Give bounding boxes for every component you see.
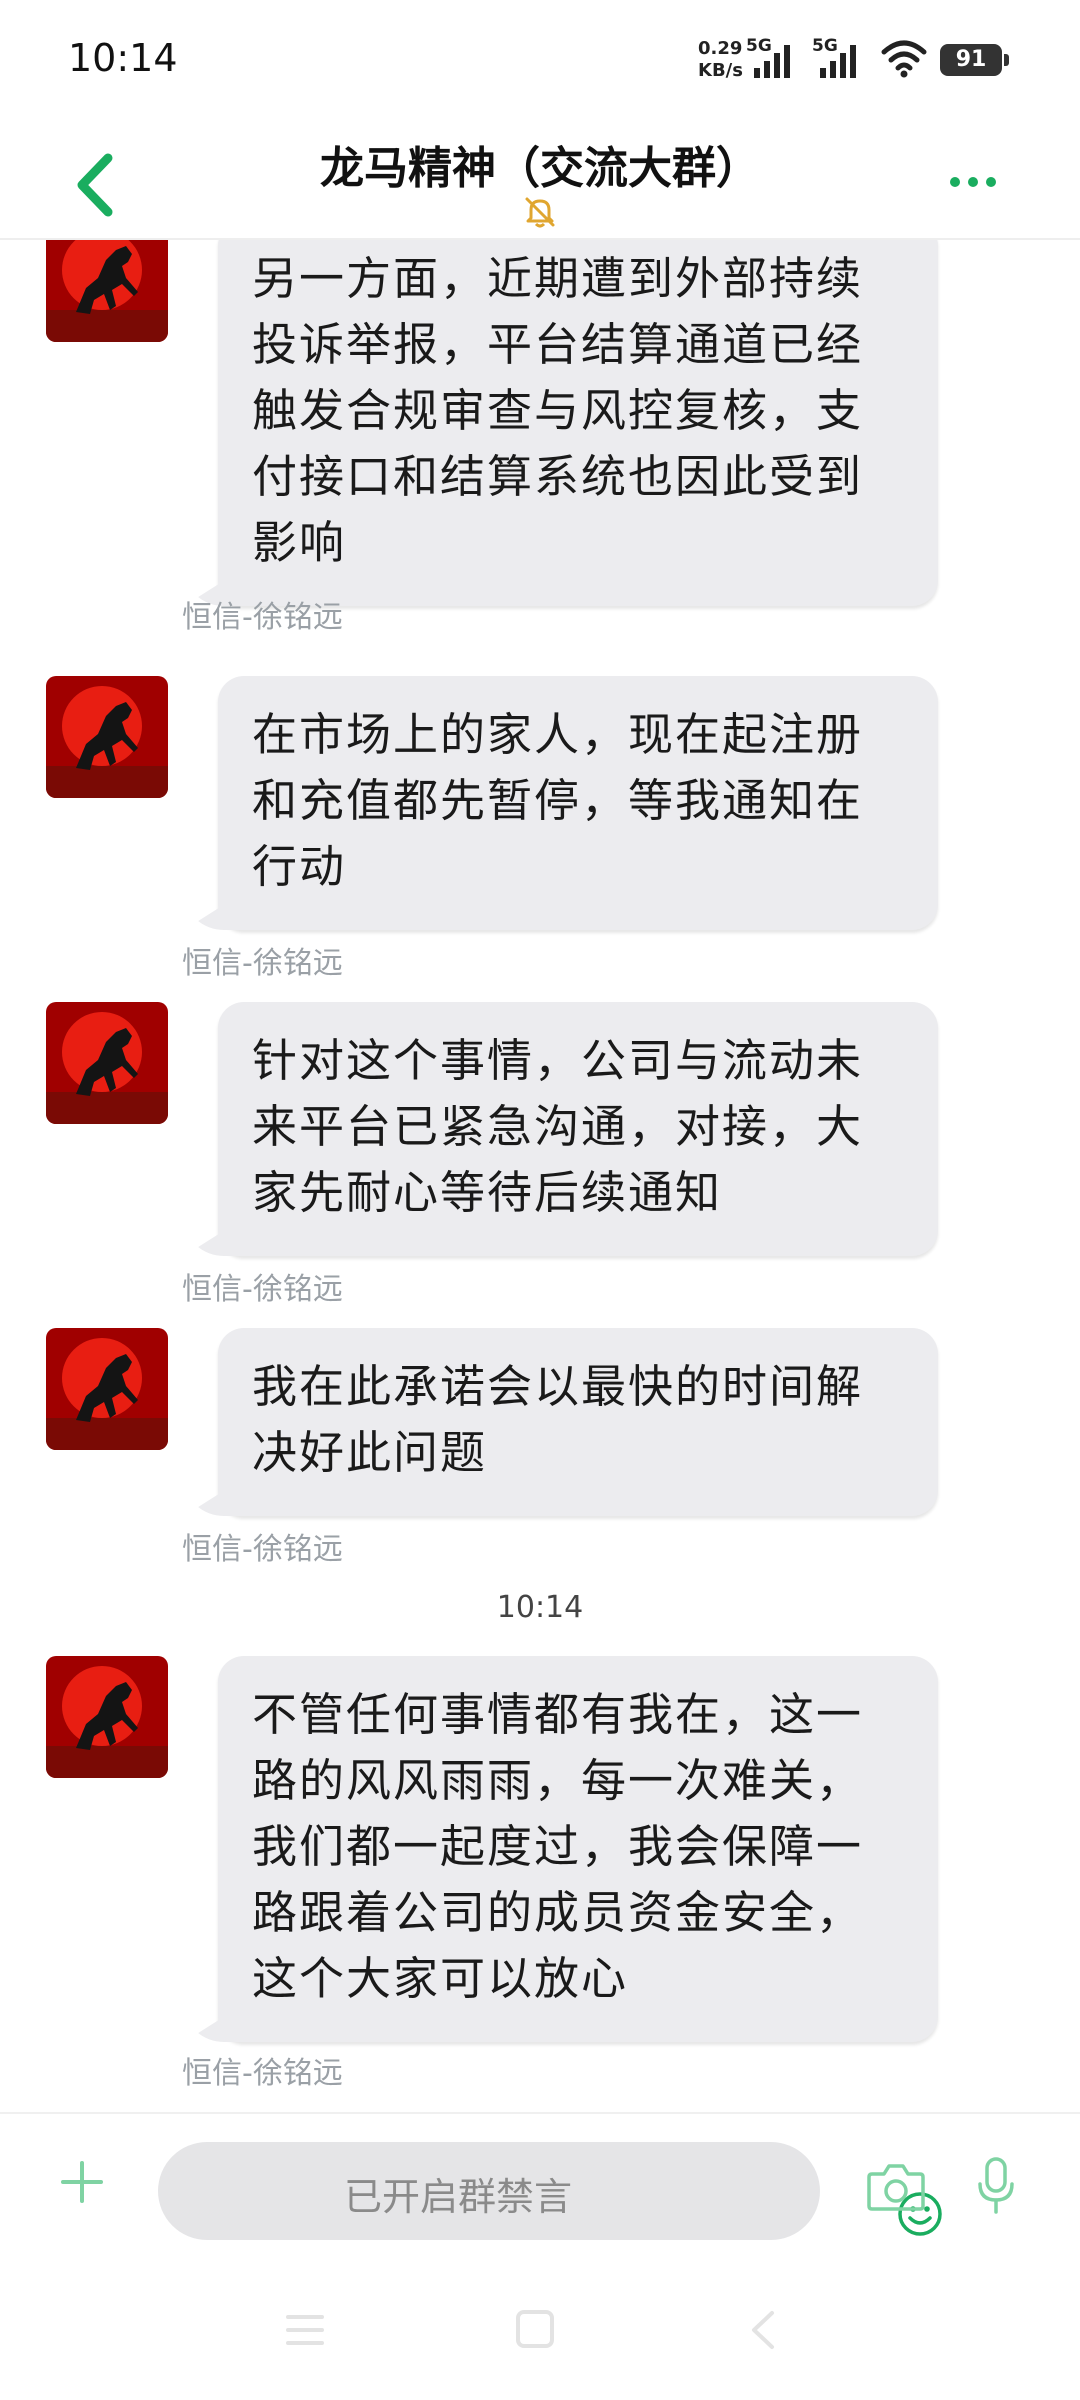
message-bubble[interactable]: 在市场上的家人，现在起注册和充值都先暂停，等我通知在行动: [218, 676, 938, 930]
avatar[interactable]: [46, 676, 168, 798]
recent-apps-icon[interactable]: [286, 2312, 324, 2348]
time-separator: 10:14: [496, 1590, 584, 1625]
avatar[interactable]: [46, 1656, 168, 1778]
mic-icon[interactable]: [976, 2156, 1016, 2216]
cellular-signal-icon: 5G: [746, 36, 816, 80]
bell-off-icon: [525, 197, 555, 228]
avatar[interactable]: [46, 240, 168, 342]
sender-name: 恒信-徐铭远: [182, 946, 343, 981]
home-icon[interactable]: [516, 2310, 554, 2348]
more-dots-icon[interactable]: [948, 170, 998, 194]
camera-icon[interactable]: [866, 2158, 926, 2214]
input-bar: 已开启群禁言: [0, 2112, 1080, 2254]
group-title: 龙马精神（交流大群）: [320, 143, 760, 194]
status-bar: 10:14 0.29 KB/s 5G 5G 91: [0, 0, 1080, 110]
network-speed-unit: KB/s: [698, 60, 743, 81]
status-time: 10:14: [68, 36, 178, 80]
system-nav-bar: [0, 2260, 1080, 2400]
sender-name: 恒信-徐铭远: [182, 2056, 343, 2091]
avatar[interactable]: [46, 1002, 168, 1124]
sender-name: 恒信-徐铭远: [182, 1272, 343, 1307]
message-list[interactable]: 另一方面，近期遭到外部持续投诉举报，平台结算通道已经触发合规审查与风控复核，支付…: [0, 240, 1080, 2110]
message-bubble[interactable]: 我在此承诺会以最快的时间解决好此问题: [218, 1328, 938, 1516]
message-bubble[interactable]: 另一方面，近期遭到外部持续投诉举报，平台结算通道已经触发合规审查与风控复核，支付…: [218, 240, 938, 606]
sender-name: 恒信-徐铭远: [182, 1532, 343, 1567]
message-bubble[interactable]: 不管任何事情都有我在，这一路的风风雨雨，每一次难关，我们都一起度过，我会保障一路…: [218, 1656, 938, 2042]
sender-name: 恒信-徐铭远: [182, 600, 343, 635]
muted-placeholder: 已开启群禁言: [343, 2175, 572, 2219]
plus-icon[interactable]: [60, 2160, 104, 2204]
avatar[interactable]: [46, 1328, 168, 1450]
network-speed: 0.29 KB/s: [698, 38, 743, 82]
back-icon[interactable]: [748, 2310, 778, 2350]
wifi-icon: [881, 40, 927, 78]
muted-message-field[interactable]: 已开启群禁言: [158, 2142, 942, 2240]
battery-indicator: 91: [940, 44, 1009, 76]
message-bubble[interactable]: 针对这个事情，公司与流动未来平台已紧急沟通，对接，大家先耐心等待后续通知: [218, 1002, 938, 1256]
chat-header: 龙马精神（交流大群）: [0, 110, 1080, 240]
cellular-signal-icon: 5G: [812, 36, 882, 80]
network-speed-value: 0.29: [698, 38, 743, 59]
